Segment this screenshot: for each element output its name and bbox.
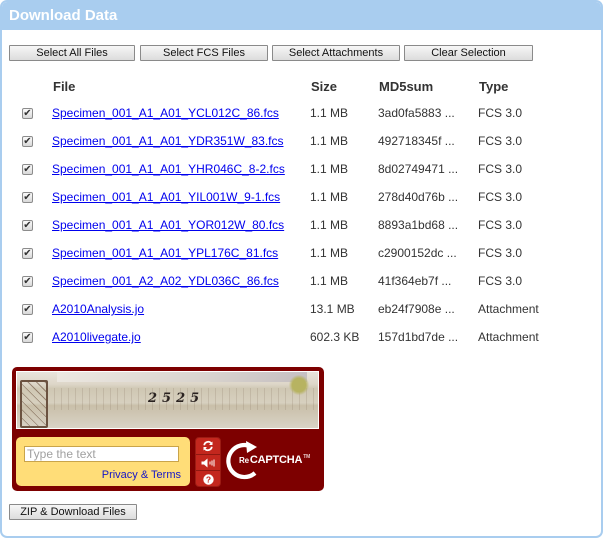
captcha-input[interactable]: [24, 446, 179, 462]
audio-captcha-button[interactable]: [196, 454, 220, 471]
file-checkbox[interactable]: ✔: [22, 248, 33, 259]
file-md5sum: 41f364eb7f ...: [378, 274, 452, 288]
file-size: 13.1 MB: [310, 302, 355, 316]
column-header-size: Size: [311, 79, 338, 94]
file-link[interactable]: Specimen_001_A1_A01_YIL001W_9-1.fcs: [52, 190, 280, 204]
file-size: 1.1 MB: [310, 162, 349, 176]
file-link[interactable]: A2010livegate.jo: [52, 330, 141, 344]
file-type: FCS 3.0: [478, 218, 523, 232]
file-checkbox[interactable]: ✔: [22, 164, 33, 175]
file-checkbox[interactable]: ✔: [22, 332, 33, 343]
file-type: Attachment: [478, 330, 539, 344]
column-header-type: Type: [479, 79, 509, 94]
file-md5sum: 8d02749471 ...: [378, 162, 459, 176]
table-row: ✔ A2010livegate.jo 602.3 KB 157d1bd7de .…: [0, 330, 600, 350]
file-size: 1.1 MB: [310, 246, 349, 260]
column-header-file: File: [53, 79, 76, 94]
file-type: FCS 3.0: [478, 190, 523, 204]
file-md5sum: 8893a1bd68 ...: [378, 218, 459, 232]
file-link[interactable]: Specimen_001_A1_A01_YHR046C_8-2.fcs: [52, 162, 285, 176]
table-row: ✔ Specimen_001_A1_A01_YHR046C_8-2.fcs 1.…: [0, 162, 600, 182]
select-attachments-button[interactable]: Select Attachments: [272, 45, 400, 61]
select-all-files-button[interactable]: Select All Files: [9, 45, 135, 61]
table-row: ✔ A2010Analysis.jo 13.1 MB eb24f7908e ..…: [0, 302, 600, 322]
recaptcha-brand-name: CAPTCHA: [249, 454, 303, 466]
file-size: 1.1 MB: [310, 134, 349, 148]
file-link[interactable]: Specimen_001_A1_A01_YCL012C_86.fcs: [52, 106, 279, 120]
file-type: FCS 3.0: [478, 134, 523, 148]
privacy-terms-link[interactable]: Privacy & Terms: [102, 469, 181, 481]
file-checkbox[interactable]: ✔: [22, 136, 33, 147]
captcha-help-button[interactable]: ?: [196, 470, 220, 487]
file-type: FCS 3.0: [478, 106, 523, 120]
table-row: ✔ Specimen_001_A1_A01_YCL012C_86.fcs 1.1…: [0, 106, 600, 126]
file-type: FCS 3.0: [478, 274, 523, 288]
captcha-controls: ?: [195, 437, 221, 487]
file-checkbox[interactable]: ✔: [22, 108, 33, 119]
zip-download-files-button[interactable]: ZIP & Download Files: [9, 504, 137, 520]
file-checkbox[interactable]: ✔: [22, 304, 33, 315]
file-link[interactable]: Specimen_001_A2_A02_YDL036C_86.fcs: [52, 274, 279, 288]
file-md5sum: eb24f7908e ...: [378, 302, 455, 316]
table-row: ✔ Specimen_001_A2_A02_YDL036C_86.fcs 1.1…: [0, 274, 600, 294]
svg-text:?: ?: [205, 474, 210, 484]
table-row: ✔ Specimen_001_A1_A01_YOR012W_80.fcs 1.1…: [0, 218, 600, 238]
file-link[interactable]: A2010Analysis.jo: [52, 302, 144, 316]
captcha-image: 2525: [16, 371, 319, 429]
refresh-icon: [203, 440, 213, 452]
table-row: ✔ Specimen_001_A1_A01_YPL176C_81.fcs 1.1…: [0, 246, 600, 266]
file-md5sum: 492718345f ...: [378, 134, 455, 148]
file-size: 1.1 MB: [310, 218, 349, 232]
file-md5sum: 278d40d76b ...: [378, 190, 459, 204]
captcha-answer-box: Privacy & Terms: [16, 437, 190, 486]
file-link[interactable]: Specimen_001_A1_A01_YPL176C_81.fcs: [52, 246, 278, 260]
panel-title: Download Data: [2, 2, 601, 30]
recaptcha-logo: ReCAPTCHATM: [226, 440, 310, 482]
file-size: 1.1 MB: [310, 190, 349, 204]
file-checkbox[interactable]: ✔: [22, 276, 33, 287]
table-row: ✔ Specimen_001_A1_A01_YIL001W_9-1.fcs 1.…: [0, 190, 600, 210]
file-checkbox[interactable]: ✔: [22, 220, 33, 231]
file-size: 1.1 MB: [310, 106, 349, 120]
file-md5sum: c2900152dc ...: [378, 246, 457, 260]
column-header-md5sum: MD5sum: [379, 79, 434, 94]
select-fcs-files-button[interactable]: Select FCS Files: [140, 45, 268, 61]
recaptcha-widget: 2525 Privacy & Terms ?: [12, 367, 324, 491]
recaptcha-trademark: TM: [303, 454, 311, 460]
recaptcha-brand-re: Re: [239, 456, 249, 465]
file-md5sum: 3ad0fa5883 ...: [378, 106, 455, 120]
file-checkbox[interactable]: ✔: [22, 192, 33, 203]
file-link[interactable]: Specimen_001_A1_A01_YOR012W_80.fcs: [52, 218, 284, 232]
table-row: ✔ Specimen_001_A1_A01_YDR351W_83.fcs 1.1…: [0, 134, 600, 154]
speaker-icon: [201, 458, 215, 468]
file-type: FCS 3.0: [478, 162, 523, 176]
help-icon: ?: [202, 473, 214, 485]
file-size: 602.3 KB: [310, 330, 360, 344]
file-type: Attachment: [478, 302, 539, 316]
file-size: 1.1 MB: [310, 274, 349, 288]
file-md5sum: 157d1bd7de ...: [378, 330, 459, 344]
reload-captcha-button[interactable]: [196, 438, 220, 454]
file-type: FCS 3.0: [478, 246, 523, 260]
captcha-image-text: 2525: [148, 391, 205, 406]
captcha-image-gate: [20, 380, 48, 428]
clear-selection-button[interactable]: Clear Selection: [404, 45, 533, 61]
file-link[interactable]: Specimen_001_A1_A01_YDR351W_83.fcs: [52, 134, 283, 148]
